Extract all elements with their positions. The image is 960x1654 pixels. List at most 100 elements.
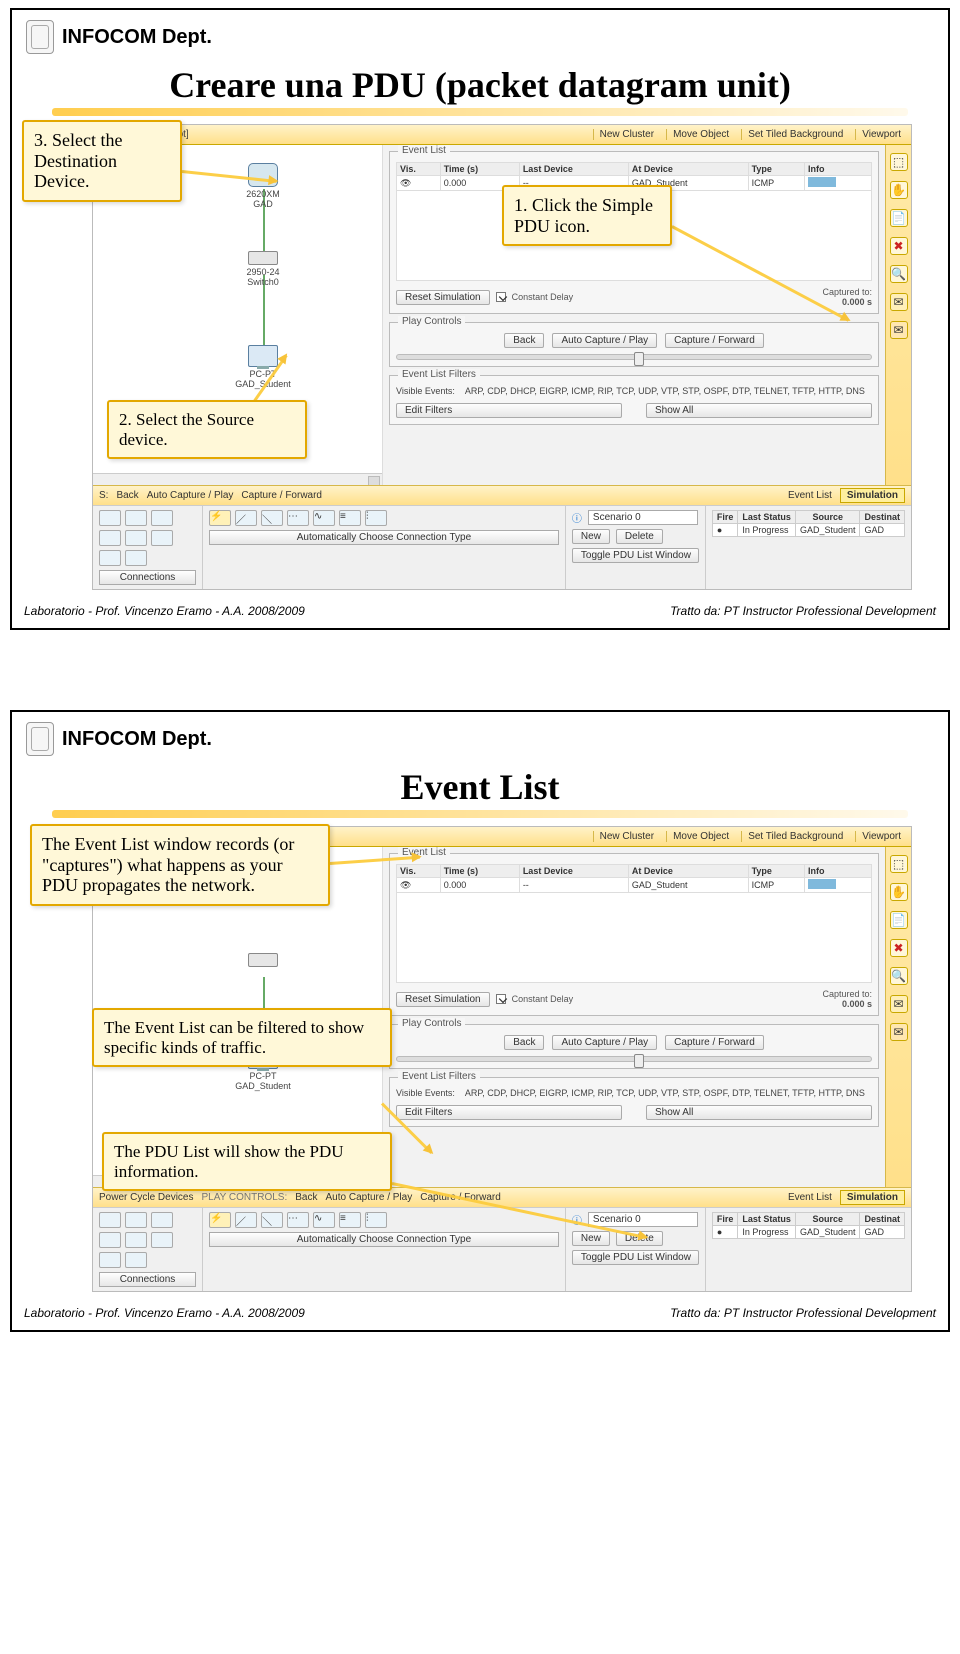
simulation-panel: Event List Vis. Time (s) Last Device At … (383, 847, 911, 1187)
connections-button[interactable]: Connections (99, 570, 196, 585)
toggle-pdu-list-button[interactable]: Toggle PDU List Window (572, 548, 699, 563)
col-last[interactable]: Last Device (519, 163, 628, 176)
captured-to-label: Captured to: (822, 287, 872, 297)
toggle-pdu-list-button[interactable]: Toggle PDU List Window (572, 1250, 699, 1265)
btn-move-object[interactable]: Move Object (666, 831, 735, 842)
col-at[interactable]: At Device (628, 163, 748, 176)
show-all-button[interactable]: Show All (646, 1105, 872, 1120)
device-dock: Connections ⚡ ／＼⋯ ∿≡⫶ Automatically Choo… (93, 505, 911, 589)
btn-move-object[interactable]: Move Object (666, 129, 735, 140)
simple-pdu-icon[interactable]: ✉ (890, 293, 908, 311)
bottom-auto[interactable]: Auto Capture / Play (326, 1192, 413, 1203)
device-dock: Connections ⚡ ／＼⋯ ∿≡⫶ Automatically Choo… (93, 1207, 911, 1291)
scenario-new-button[interactable]: New (572, 529, 610, 544)
bottom-auto[interactable]: Auto Capture / Play (147, 490, 234, 501)
play-forward-button[interactable]: Capture / Forward (665, 1035, 764, 1050)
auto-connection-button[interactable]: Automatically Choose Connection Type (209, 1232, 559, 1247)
play-back-button[interactable]: Back (504, 333, 544, 348)
move-tool-icon[interactable]: ✋ (890, 883, 908, 901)
device-switch[interactable]: 2950-24 Switch0 (235, 251, 291, 287)
connection-palette[interactable]: ⚡ ／＼⋯ ∿≡⫶ (209, 510, 559, 526)
bottom-back[interactable]: Back (116, 490, 138, 501)
play-slider[interactable] (396, 354, 872, 360)
scenario-delete-button[interactable]: Delete (616, 529, 663, 544)
note-tool-icon[interactable]: 📄 (890, 911, 908, 929)
footer-left: Laboratorio - Prof. Vincenzo Eramo - A.A… (24, 604, 305, 618)
col-vis[interactable]: Vis. (397, 163, 441, 176)
show-all-button[interactable]: Show All (646, 403, 872, 418)
info-swatch[interactable] (808, 177, 836, 187)
bottom-fwd[interactable]: Capture / Forward (241, 490, 322, 501)
pdu-row[interactable]: ● In Progress GAD_Student GAD (712, 524, 904, 537)
select-tool-icon[interactable]: ⬚ (890, 855, 908, 873)
btn-set-bg[interactable]: Set Tiled Background (741, 129, 849, 140)
complex-pdu-icon[interactable]: ✉ (890, 1023, 908, 1041)
col-info[interactable]: Info (805, 163, 872, 176)
device-switch[interactable] (235, 953, 291, 969)
scenario-new-button[interactable]: New (572, 1231, 610, 1246)
btn-set-bg[interactable]: Set Tiled Background (741, 831, 849, 842)
tool-rail: ⬚ ✋ 📄 ✖ 🔍 ✉ ✉ (885, 145, 911, 485)
slide-2: INFOCOM Dept. Event List Logical [Root] … (10, 710, 950, 1332)
constant-delay-checkbox[interactable] (496, 292, 506, 302)
move-tool-icon[interactable]: ✋ (890, 181, 908, 199)
connections-button[interactable]: Connections (99, 1272, 196, 1287)
btn-viewport[interactable]: Viewport (855, 129, 907, 140)
device-router[interactable]: 2620XM GAD (235, 163, 291, 209)
scenario-select[interactable]: Scenario 0 (588, 510, 698, 525)
btn-new-cluster[interactable]: New Cluster (593, 831, 660, 842)
btn-new-cluster[interactable]: New Cluster (593, 129, 660, 140)
complex-pdu-icon[interactable]: ✉ (890, 321, 908, 339)
auto-connection-button[interactable]: Automatically Choose Connection Type (209, 530, 559, 545)
pdu-col-last[interactable]: Last Status (738, 511, 796, 524)
canvas-scroll-h[interactable] (93, 473, 382, 485)
callout-1: 1. Click the Simple PDU icon. (502, 185, 672, 246)
edit-filters-button[interactable]: Edit Filters (396, 1105, 622, 1120)
select-tool-icon[interactable]: ⬚ (890, 153, 908, 171)
connection-palette[interactable]: ⚡ ／＼⋯ ∿≡⫶ (209, 1212, 559, 1228)
info-swatch[interactable] (808, 879, 836, 889)
event-row[interactable]: 👁 0.000 -- GAD_Student ICMP (397, 878, 872, 893)
bottom-event-list[interactable]: Event List (788, 490, 832, 501)
device-category-palette[interactable] (99, 1212, 196, 1268)
pdu-col-dest[interactable]: Destinat (860, 511, 905, 524)
title-underline (52, 108, 908, 116)
pdu-col-src[interactable]: Source (795, 511, 860, 524)
inspect-tool-icon[interactable]: 🔍 (890, 265, 908, 283)
delete-tool-icon[interactable]: ✖ (890, 939, 908, 957)
bottom-simulation-tab[interactable]: Simulation (840, 1190, 905, 1205)
play-auto-button[interactable]: Auto Capture / Play (552, 333, 657, 348)
pdu-row[interactable]: ● In Progress GAD_Student GAD (712, 1226, 904, 1239)
play-auto-button[interactable]: Auto Capture / Play (552, 1035, 657, 1050)
note-tool-icon[interactable]: 📄 (890, 209, 908, 227)
visible-events-label: Visible Events: (396, 386, 455, 397)
delete-tool-icon[interactable]: ✖ (890, 237, 908, 255)
reset-simulation-button[interactable]: Reset Simulation (396, 290, 490, 305)
play-back-button[interactable]: Back (504, 1035, 544, 1050)
dept-name: INFOCOM Dept. (62, 728, 212, 751)
edit-filters-button[interactable]: Edit Filters (396, 403, 622, 418)
switch-label2: Switch0 (235, 277, 291, 287)
simple-pdu-icon[interactable]: ✉ (890, 995, 908, 1013)
device-category-palette[interactable] (99, 510, 196, 566)
pdu-col-fire[interactable]: Fire (712, 511, 738, 524)
captured-to-value: 0.000 s (842, 297, 872, 307)
title-underline (52, 810, 908, 818)
slide-1: INFOCOM Dept. Creare una PDU (packet dat… (10, 8, 950, 630)
play-forward-button[interactable]: Capture / Forward (665, 333, 764, 348)
btn-viewport[interactable]: Viewport (855, 831, 907, 842)
bottom-back[interactable]: Back (295, 1192, 317, 1203)
bottom-event-list[interactable]: Event List (788, 1192, 832, 1203)
event-list-body[interactable] (396, 893, 872, 983)
power-cycle-button[interactable]: Power Cycle Devices (99, 1192, 193, 1203)
inspect-tool-icon[interactable]: 🔍 (890, 967, 908, 985)
col-time[interactable]: Time (s) (440, 163, 519, 176)
play-slider[interactable] (396, 1056, 872, 1062)
col-type[interactable]: Type (748, 163, 804, 176)
bottom-simulation-tab[interactable]: Simulation (840, 488, 905, 503)
scenario-select[interactable]: Scenario 0 (588, 1212, 698, 1227)
crest-icon (26, 722, 54, 756)
constant-delay-checkbox[interactable] (496, 994, 506, 1004)
reset-simulation-button[interactable]: Reset Simulation (396, 992, 490, 1007)
event-list-box: Event List Vis. Time (s) Last Device At … (389, 853, 879, 1016)
